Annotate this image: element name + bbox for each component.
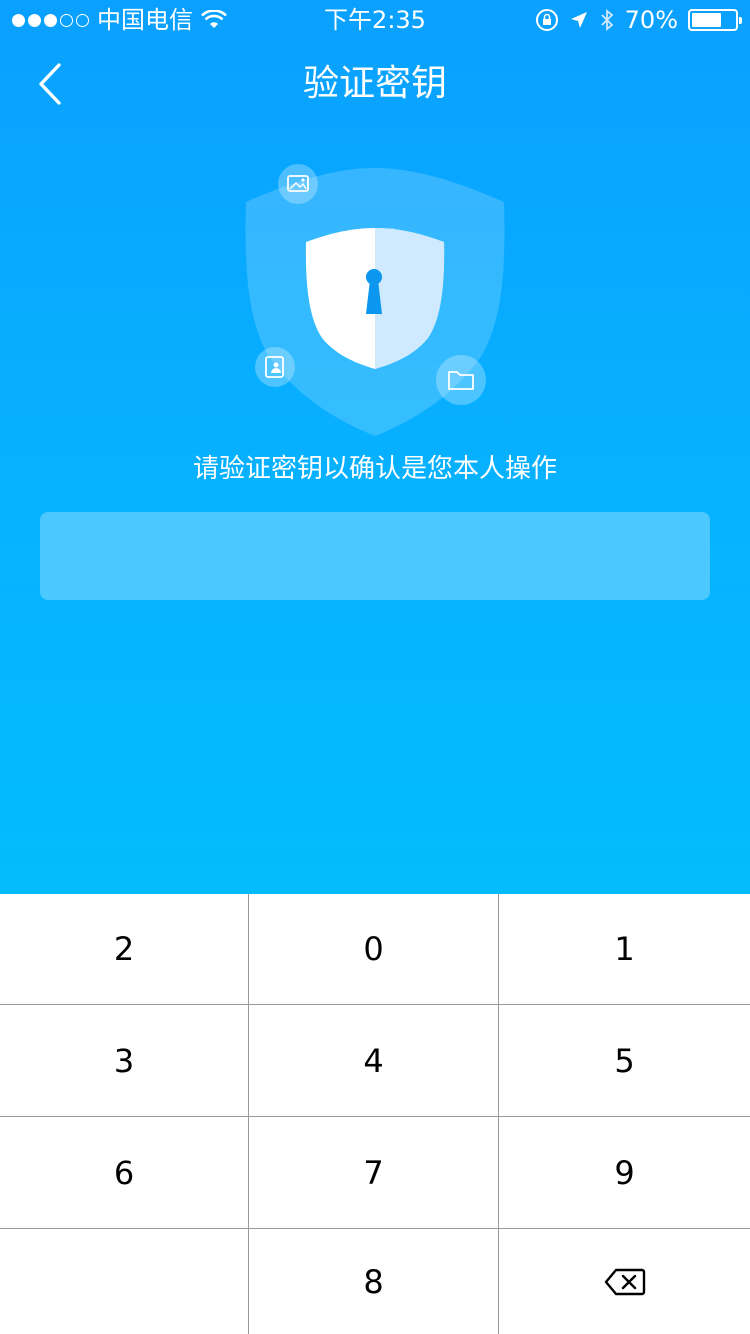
status-right: 70% [535, 0, 742, 40]
bluetooth-icon [601, 9, 614, 31]
key-2[interactable]: 2 [0, 894, 249, 1005]
verification-prompt: 请验证密钥以确认是您本人操作 [192, 454, 557, 484]
key-0[interactable]: 0 [249, 894, 499, 1005]
contact-icon [255, 347, 295, 387]
backspace-icon [604, 1268, 645, 1295]
location-icon [570, 12, 587, 28]
key-4[interactable]: 4 [249, 1005, 499, 1117]
key-1[interactable]: 1 [499, 894, 750, 1005]
key-input-field[interactable] [40, 512, 710, 600]
key-5[interactable]: 5 [499, 1005, 750, 1117]
key-8[interactable]: 8 [249, 1229, 499, 1334]
status-bar: 中国电信 下午2:35 70% [0, 0, 750, 40]
numeric-keypad: 2 0 1 3 4 5 6 7 9 8 [0, 894, 750, 1334]
delete-key[interactable] [499, 1229, 750, 1334]
key-7[interactable]: 7 [249, 1117, 499, 1229]
key-3[interactable]: 3 [0, 1005, 249, 1117]
folder-icon [436, 355, 486, 405]
key-6[interactable]: 6 [0, 1117, 249, 1229]
key-empty [0, 1229, 249, 1334]
battery-icon [688, 9, 742, 31]
image-icon [278, 164, 318, 204]
key-9[interactable]: 9 [499, 1117, 750, 1229]
shield-illustration [245, 164, 505, 436]
battery-percent: 70% [624, 6, 678, 34]
page-title: 验证密钥 [302, 63, 447, 104]
rotation-lock-icon [535, 9, 558, 31]
navigation-bar: 验证密钥 [0, 40, 750, 128]
header-area: 中国电信 下午2:35 70% 验证密钥 请验证密钥以确认是您本人操作 [0, 0, 750, 894]
